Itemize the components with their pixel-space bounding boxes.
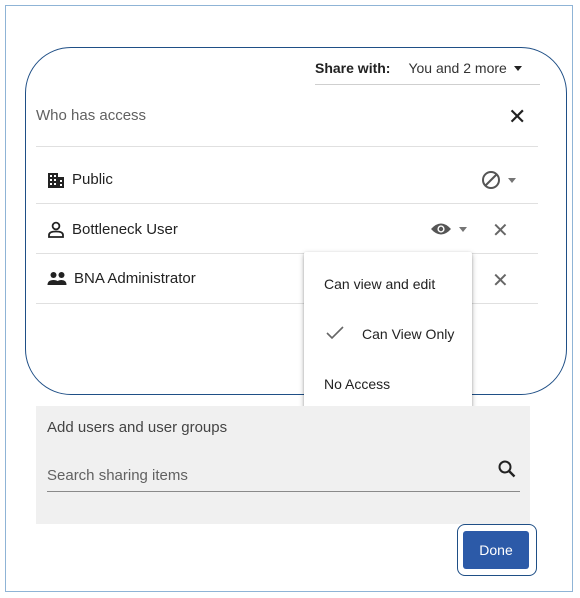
share-with-label: Share with:: [315, 60, 391, 76]
remove-group-icon[interactable]: ✕: [492, 268, 509, 293]
eye-icon: [431, 223, 451, 235]
remove-user-icon[interactable]: ✕: [492, 218, 509, 243]
access-row-public: Public: [47, 171, 113, 188]
close-icon[interactable]: ✕: [508, 106, 526, 128]
access-row-label: Bottleneck User: [72, 221, 178, 238]
access-row-bna-administrator: BNA Administrator: [47, 270, 196, 287]
search-underline: [47, 491, 520, 492]
divider: [36, 203, 538, 204]
menu-item-can-view-and-edit[interactable]: Can view and edit: [324, 276, 435, 292]
permission-menu: Can view and edit Can View Only No Acces…: [304, 252, 472, 416]
search-input[interactable]: [47, 463, 487, 487]
check-icon: [326, 326, 344, 340]
divider: [36, 146, 538, 147]
access-row-label: Public: [72, 171, 113, 188]
bottleneck-user-permission-dropdown[interactable]: [430, 221, 467, 237]
menu-item-can-view-only[interactable]: Can View Only: [362, 326, 454, 342]
chevron-down-icon: [513, 65, 522, 71]
access-row-bottleneck-user: Bottleneck User: [47, 221, 178, 238]
user-icon: [48, 221, 64, 238]
add-users-panel: Add users and user groups: [36, 406, 530, 524]
add-users-title: Add users and user groups: [47, 419, 228, 436]
share-with-dropdown[interactable]: You and 2 more: [408, 60, 506, 76]
chevron-down-icon: [459, 226, 467, 232]
done-button[interactable]: Done: [463, 531, 529, 569]
access-row-label: BNA Administrator: [74, 270, 196, 287]
chevron-down-icon: [508, 177, 516, 183]
share-with-underline: [315, 84, 540, 85]
who-has-access-title: Who has access: [36, 107, 147, 124]
search-icon[interactable]: [497, 459, 517, 479]
public-permission-dropdown[interactable]: [481, 170, 516, 190]
no-access-icon: [482, 171, 500, 189]
share-with[interactable]: Share with: You and 2 more: [315, 60, 522, 76]
menu-item-no-access[interactable]: No Access: [324, 376, 390, 392]
building-icon: [48, 173, 64, 188]
user-group-icon: [47, 272, 67, 285]
